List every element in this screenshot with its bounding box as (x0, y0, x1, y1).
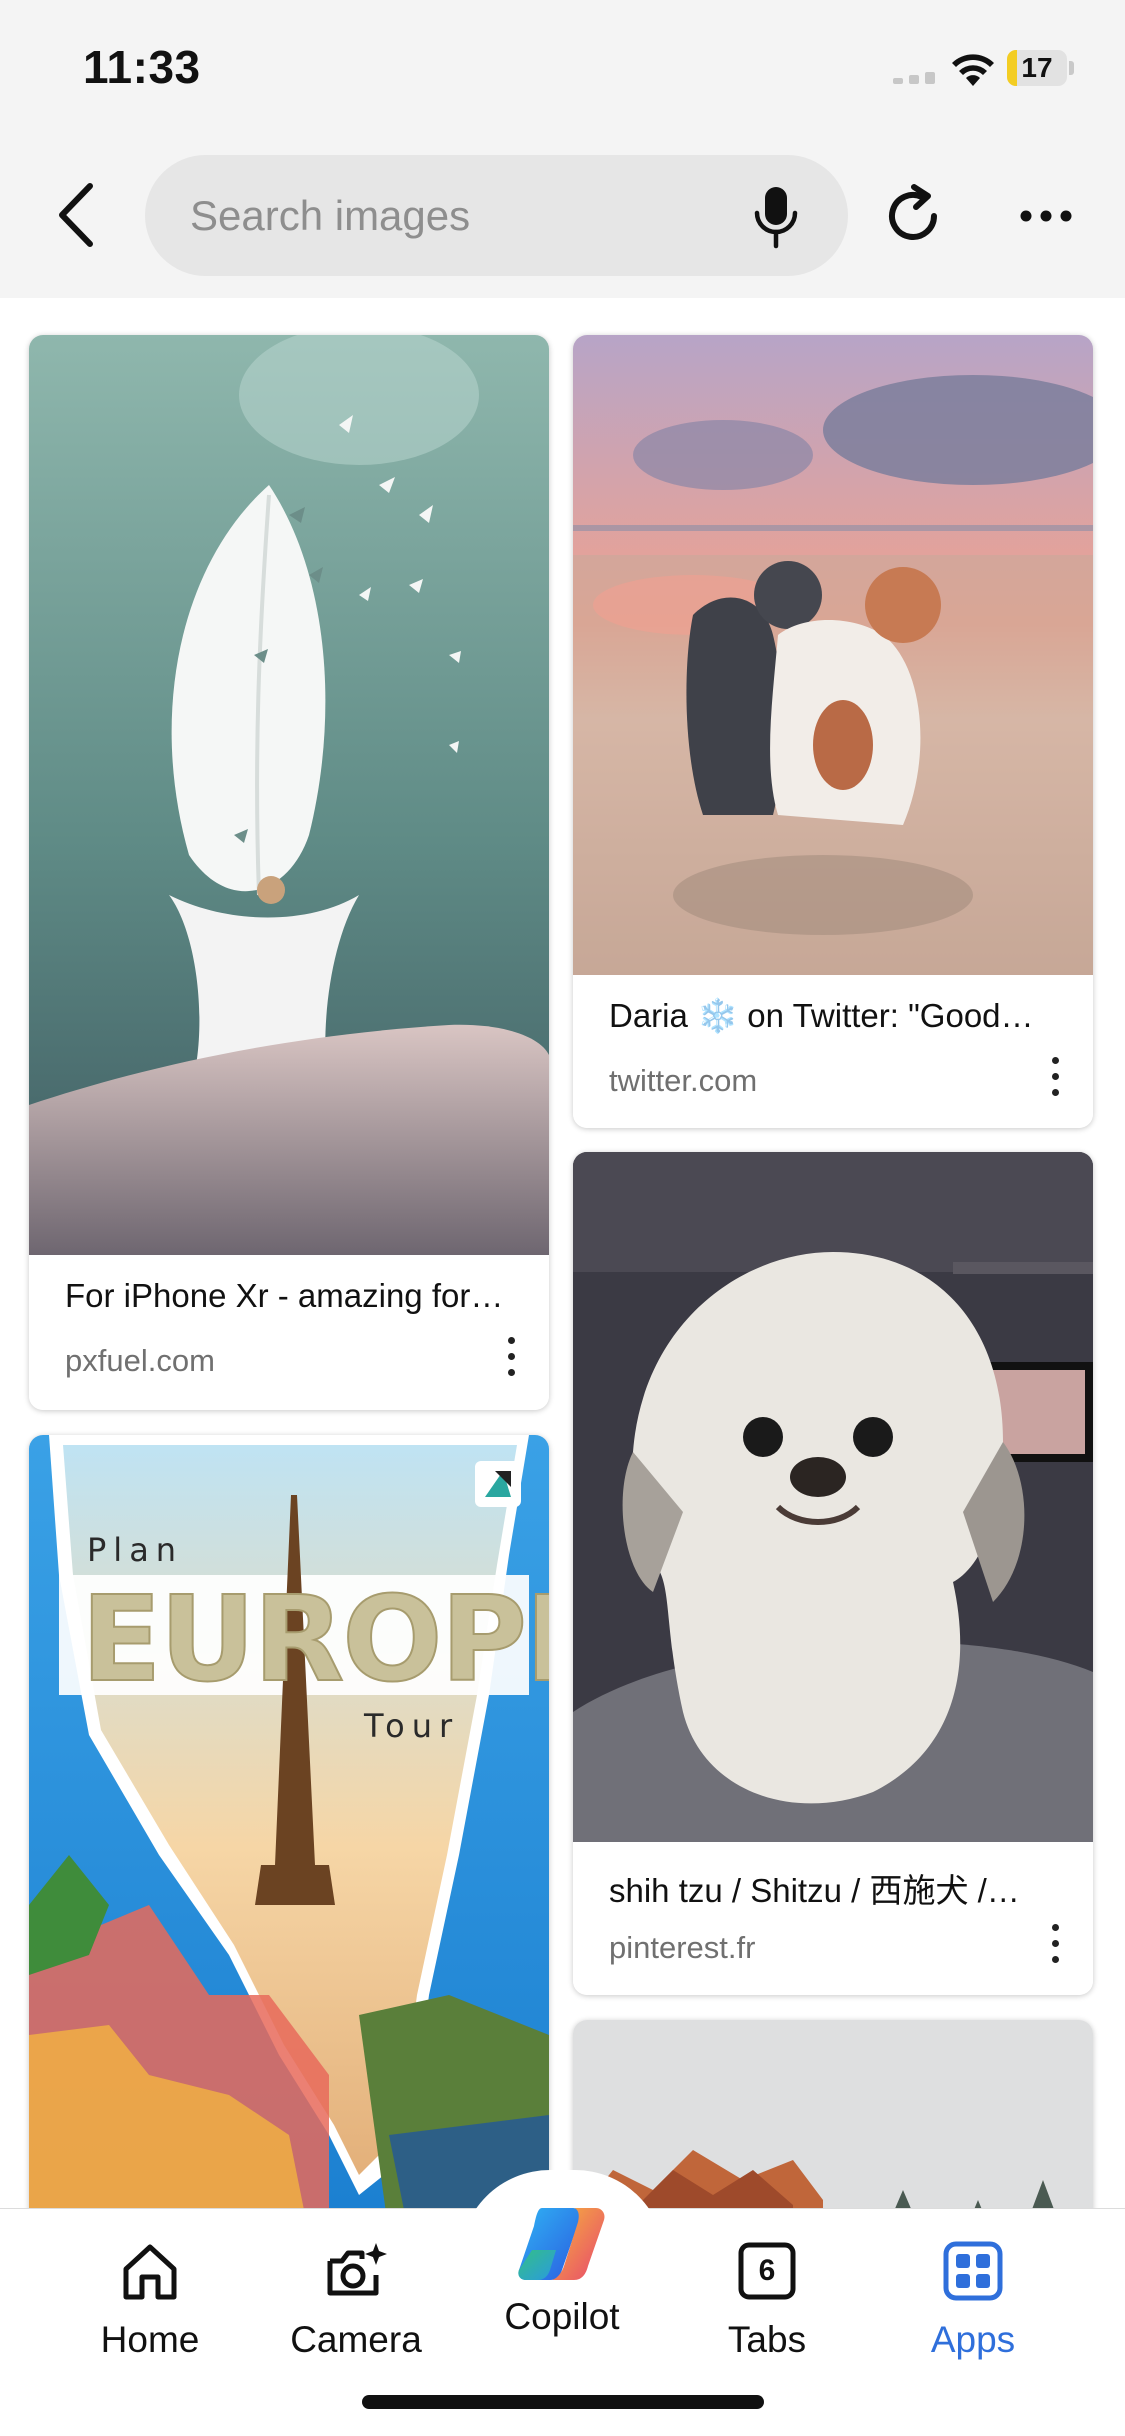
camera-icon (327, 2243, 387, 2296)
status-time: 11:33 (83, 41, 201, 93)
nav-label: Copilot (504, 2296, 620, 2337)
wifi-icon (952, 54, 994, 86)
image-result-card[interactable]: For iPhone Xr - amazing for… pxfuel.com (29, 335, 549, 1410)
result-source: pxfuel.com (65, 1343, 215, 1378)
more-options-icon[interactable] (1045, 1924, 1065, 1970)
reload-icon[interactable] (880, 183, 946, 249)
search-input[interactable]: Search images (190, 155, 470, 276)
poster-tour-text: Tour (363, 1707, 459, 1745)
more-options-icon[interactable] (1018, 200, 1074, 232)
result-caption[interactable]: shih tzu / Shitzu / 西施犬 /… (609, 1864, 1049, 1912)
cellular-signal-icon (893, 72, 935, 84)
result-source: twitter.com (609, 1063, 758, 1098)
microphone-icon[interactable] (752, 185, 800, 249)
nav-camera[interactable]: Camera (271, 2239, 441, 2361)
result-image[interactable] (29, 335, 549, 1255)
copilot-icon (518, 2208, 605, 2280)
result-image[interactable] (573, 1152, 1093, 1842)
tabs-count: 6 (758, 2254, 776, 2287)
search-bar[interactable]: Search images (145, 155, 848, 276)
result-caption[interactable]: Daria ❄️ on Twitter: "Good… (609, 997, 1049, 1036)
apps-icon (943, 2241, 1003, 2301)
back-chevron-icon[interactable] (50, 180, 102, 250)
more-options-icon[interactable] (501, 1337, 521, 1383)
nav-label: Camera (290, 2319, 422, 2360)
result-image[interactable] (573, 335, 1093, 975)
poster-title-text: EUROPE (81, 1570, 549, 1708)
nav-label: Home (100, 2319, 200, 2360)
nav-home[interactable]: Home (65, 2239, 235, 2361)
nav-copilot[interactable]: Copilot (477, 2200, 647, 2338)
nav-tabs[interactable]: 6 Tabs (682, 2239, 852, 2361)
nav-label: Apps (930, 2319, 1016, 2360)
result-caption[interactable]: For iPhone Xr - amazing for… (65, 1277, 505, 1315)
home-icon (123, 2244, 177, 2300)
more-options-icon[interactable] (1045, 1057, 1065, 1103)
nav-apps[interactable]: Apps (888, 2239, 1058, 2361)
image-result-card[interactable]: Daria ❄️ on Twitter: "Good… twitter.com (573, 335, 1093, 1128)
result-image[interactable]: Plan EUROPE Tour (29, 1435, 549, 2235)
battery-percent: 17 (1021, 52, 1053, 83)
image-result-card[interactable]: Plan EUROPE Tour (29, 1435, 549, 2235)
top-bar: 11:33 17 Search images (0, 0, 1125, 298)
image-result-card[interactable]: shih tzu / Shitzu / 西施犬 /… pinterest.fr (573, 1152, 1093, 1995)
battery-icon: 17 (1007, 50, 1075, 86)
nav-label: Tabs (727, 2319, 807, 2360)
poster-plan-text: Plan (87, 1531, 183, 1569)
result-source: pinterest.fr (609, 1930, 756, 1965)
home-indicator (362, 2395, 764, 2409)
